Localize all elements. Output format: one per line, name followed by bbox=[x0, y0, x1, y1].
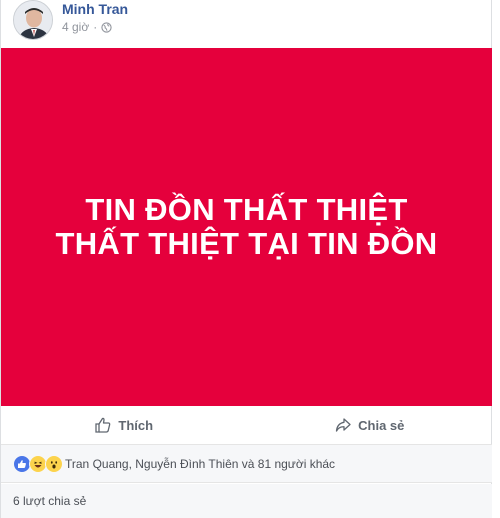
reaction-names[interactable]: Tran Quang, Nguyễn Đình Thiên và 81 ngườ… bbox=[65, 457, 335, 471]
like-button[interactable]: Thích bbox=[1, 416, 247, 434]
author-avatar[interactable] bbox=[13, 0, 53, 40]
banner-line-1: TIN ĐỒN THẤT THIỆT bbox=[85, 192, 408, 227]
post-timestamp[interactable]: 4 giờ bbox=[62, 20, 89, 34]
meta-separator: · bbox=[93, 20, 98, 34]
post-header: Minh Tran 4 giờ · bbox=[1, 0, 491, 48]
post-meta: 4 giờ · bbox=[62, 20, 112, 34]
share-count[interactable]: 6 lượt chia sẻ bbox=[1, 484, 492, 518]
reaction-icons bbox=[13, 454, 63, 473]
author-name[interactable]: Minh Tran bbox=[62, 1, 128, 17]
reactions-summary[interactable]: Tran Quang, Nguyễn Đình Thiên và 81 ngườ… bbox=[1, 445, 492, 483]
share-button-label: Chia sẻ bbox=[358, 417, 405, 433]
share-button[interactable]: Chia sẻ bbox=[247, 416, 493, 434]
avatar-portrait-icon bbox=[14, 1, 52, 39]
like-button-label: Thích bbox=[118, 417, 154, 433]
share-arrow-icon bbox=[335, 418, 351, 432]
banner-line-2: THẤT THIỆT TẠI TIN ĐỒN bbox=[55, 226, 438, 261]
globe-icon[interactable] bbox=[101, 21, 112, 33]
wow-icon bbox=[45, 454, 63, 473]
post-actions: Thích Chia sẻ bbox=[1, 406, 492, 445]
thumbs-up-icon bbox=[95, 417, 111, 433]
post-card: Minh Tran 4 giờ · TIN ĐỒN THẤT THIỆT THẤ… bbox=[0, 0, 492, 518]
post-text-banner: TIN ĐỒN THẤT THIỆT THẤT THIỆT TẠI TIN ĐỒ… bbox=[1, 48, 492, 406]
